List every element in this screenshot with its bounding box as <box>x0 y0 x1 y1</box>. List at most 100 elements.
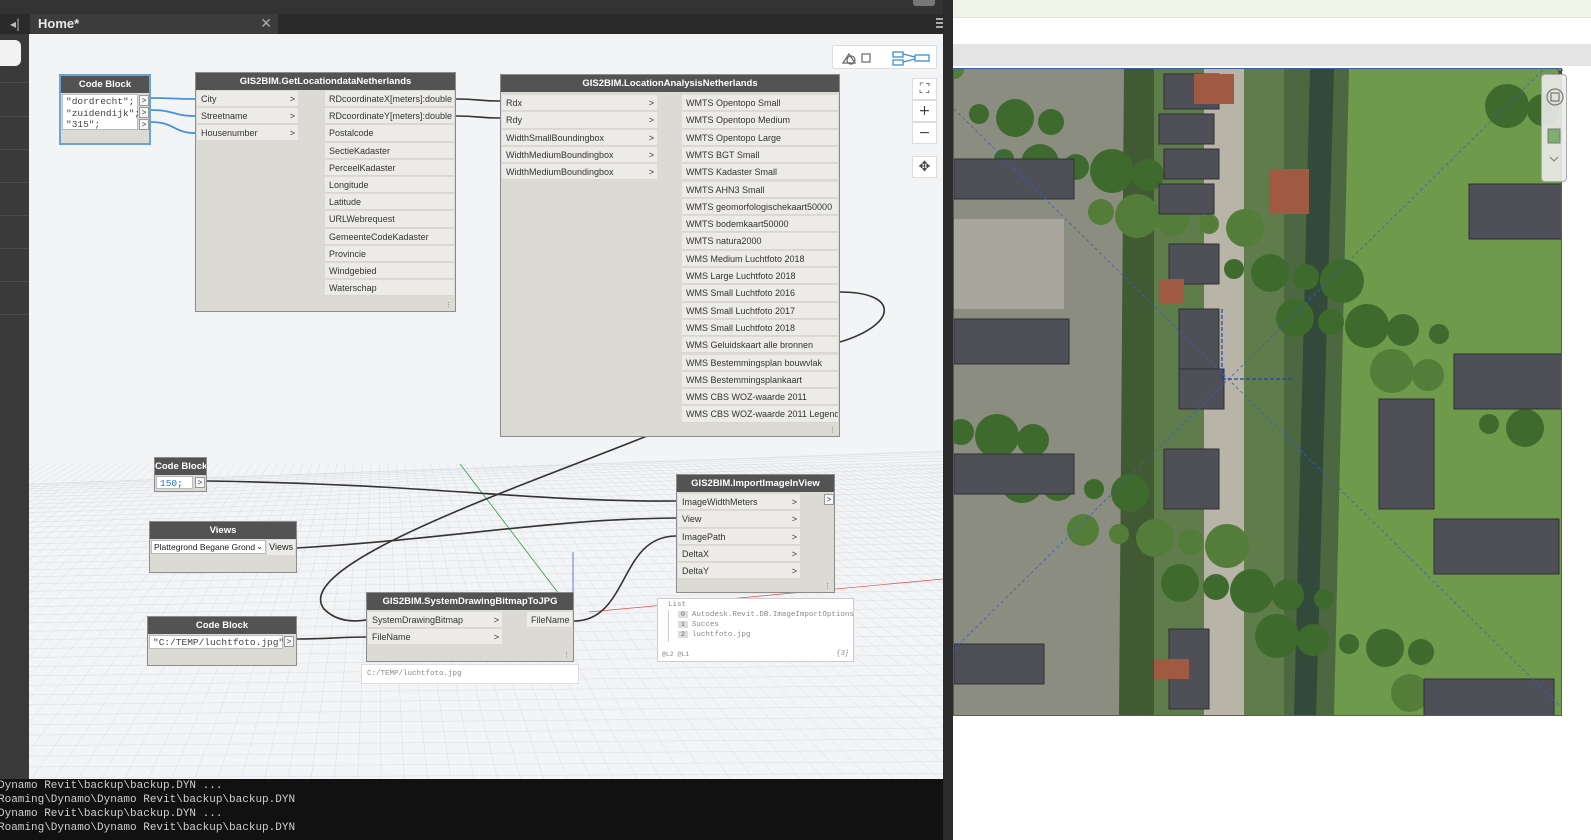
code-block-editor[interactable]: "C:/TEMP/luchtfoto.jpg"; <box>149 635 290 649</box>
input-port[interactable]: WidthSmallBoundingbox > <box>502 129 657 146</box>
input-port[interactable]: DeltaY > <box>678 563 800 580</box>
output-port[interactable]: WMS Bestemmingsplankaart <box>682 371 838 389</box>
tab-title: Home* <box>38 16 80 31</box>
input-port-filename[interactable]: FileName > <box>368 629 502 645</box>
output-port[interactable]: WMS Small Luchtfoto 2018 <box>682 319 838 337</box>
port-arrow-icon: > <box>289 94 295 104</box>
output-port[interactable]: WMTS geomorfologischekaart50000 <box>682 198 838 216</box>
input-port[interactable]: ImagePath > <box>678 528 800 545</box>
code-block-node-address[interactable]: Code Block "dordrecht"; "zuidendijk"; "315… <box>59 74 151 145</box>
bitmap-to-jpg-node[interactable]: GIS2BIM.SystemDrawingBitmapToJPG SystemD… <box>366 592 574 662</box>
output-port[interactable]: Waterschap <box>325 280 454 297</box>
output-port[interactable]: WMTS bodemkaart50000 <box>682 216 838 233</box>
output-port[interactable]: > <box>824 494 834 505</box>
preview-item-index: 1 <box>678 621 688 628</box>
zoom-in-icon[interactable]: + <box>912 100 937 122</box>
input-port[interactable]: City > <box>197 91 298 107</box>
output-port[interactable]: Latitude <box>325 194 454 211</box>
port-label: WMTS Opentopo Large <box>686 132 782 143</box>
port-label: WMTS geomorfologischekaart50000 <box>686 201 833 212</box>
code-block-node-width[interactable]: Code Block 150; > <box>154 457 207 492</box>
port-label: WMTS bodemkaart50000 <box>686 219 789 230</box>
geometry-view-icon <box>841 52 871 65</box>
view-toggle[interactable] <box>832 45 937 69</box>
code-block-editor[interactable]: "dordrecht"; "zuidendijk"; "315"; <box>62 94 140 130</box>
input-port[interactable]: Streetname > <box>197 108 298 124</box>
output-port[interactable]: RDcoordinateY[meters]:double <box>325 108 454 125</box>
output-port[interactable]: WMTS Opentopo Large <box>682 129 838 146</box>
output-port[interactable]: > <box>195 477 205 488</box>
pan-icon[interactable]: ✥ <box>912 156 937 178</box>
aerial-photo-image[interactable] <box>953 68 1562 716</box>
input-port[interactable]: WidthMediumBoundingbox > <box>502 164 657 181</box>
tab-home[interactable]: Home* ✕ <box>30 14 278 34</box>
node-title: GIS2BIM.ImportImageInView <box>677 475 834 492</box>
code-suffix: ; <box>177 478 183 489</box>
library-search-pill[interactable] <box>0 40 21 66</box>
input-port-systemdrawingbitmap[interactable]: SystemDrawingBitmap > <box>368 612 502 628</box>
output-port[interactable]: PerceelKadaster <box>325 159 454 176</box>
input-port[interactable]: Housenumber > <box>197 125 298 141</box>
output-port[interactable]: URLWebrequest <box>325 211 454 228</box>
input-port[interactable]: WidthMediumBoundingbox > <box>502 146 657 164</box>
port-label: URLWebrequest <box>329 214 395 225</box>
graph-canvas[interactable]: ⛶ + − ✥ Code Block "dordrecht"; "zuidendi… <box>29 34 943 779</box>
get-location-data-node[interactable]: GIS2BIM.GetLocationdataNetherlands City >… <box>195 72 456 312</box>
output-port[interactable]: Windgebied <box>325 263 454 280</box>
output-port[interactable]: WMTS BGT Small <box>682 146 838 164</box>
views-dropdown[interactable]: Plattegrond Begane Grond ⌄ <box>151 540 266 554</box>
import-image-in-view-node[interactable]: GIS2BIM.ImportImageInView ImageWidthMete… <box>676 474 835 593</box>
port-arrow-icon: > <box>791 548 797 559</box>
output-port[interactable]: WMTS natura2000 <box>682 233 838 250</box>
output-port[interactable]: > <box>139 95 149 106</box>
code-block-node-path[interactable]: Code Block "C:/TEMP/luchtfoto.jpg"; > <box>147 616 297 666</box>
input-port[interactable]: ImageWidthMeters > <box>678 494 800 511</box>
views-selected: Plattegrond Begane Grond <box>154 542 256 552</box>
output-port[interactable]: SectieKadaster <box>325 142 454 159</box>
output-port[interactable]: WMS Geluidskaart alle bronnen <box>682 337 838 354</box>
output-port[interactable]: WMS Bestemmingsplan bouwvlak <box>682 354 838 371</box>
filename-output-preview: C:/TEMP/luchtfoto.jpg <box>361 664 579 684</box>
output-port[interactable]: > <box>139 107 149 118</box>
output-port[interactable]: WMTS AHN3 Small <box>682 181 838 198</box>
port-label: WMTS Opentopo Small <box>686 98 781 108</box>
zoom-fit-icon[interactable]: ⛶ <box>912 78 937 100</box>
input-port[interactable]: Rdx > <box>502 95 657 112</box>
output-port[interactable]: RDcoordinateX[meters]:double <box>325 91 454 108</box>
views-output-port[interactable]: Views <box>267 540 295 555</box>
input-port[interactable]: DeltaX > <box>678 545 800 563</box>
output-port[interactable]: Longitude <box>325 177 454 194</box>
output-port[interactable]: WMS Small Luchtfoto 2017 <box>682 302 838 319</box>
dynamo-window: ◂| Home* ✕ ⛶ + − ✥ Code Block "dordrecht… <box>0 0 953 840</box>
output-port[interactable]: WMS Small Luchtfoto 2016 <box>682 285 838 302</box>
views-node[interactable]: Views Plattegrond Begane Grond ⌄ Views <box>149 521 297 573</box>
output-port[interactable]: WMTS Opentopo Small <box>682 95 838 112</box>
output-port[interactable]: WMTS Opentopo Medium <box>682 112 838 129</box>
zoom-out-icon[interactable]: − <box>912 122 937 144</box>
output-port[interactable]: WMS CBS WOZ-waarde 2011 <box>682 389 838 406</box>
navigation-bar[interactable] <box>1541 74 1567 182</box>
port-label: WidthSmallBoundingbox <box>506 132 605 143</box>
code-number: 150 <box>160 478 178 489</box>
preview-levels: @L2 @L1 <box>662 651 690 658</box>
port-label: WMS Small Luchtfoto 2017 <box>686 305 796 316</box>
output-port[interactable]: WMS Large Luchtfoto 2018 <box>682 268 838 285</box>
port-label: View <box>682 514 702 525</box>
output-port[interactable]: WMS Medium Luchtfoto 2018 <box>682 250 838 267</box>
collapse-library-button[interactable]: ◂| <box>0 14 30 34</box>
port-label: WidthMediumBoundingbox <box>506 167 614 178</box>
code-block-editor[interactable]: 150; <box>156 476 193 489</box>
input-port[interactable]: View > <box>678 511 800 528</box>
node-output-preview: List 0 Autodesk.Revit.DB.ImageImportOptio… <box>657 598 854 662</box>
output-port[interactable]: > <box>284 636 294 647</box>
input-port[interactable]: Rdy > <box>502 112 657 129</box>
output-port-filename[interactable]: FileName <box>527 612 572 628</box>
output-port[interactable]: WMTS Kadaster Small <box>682 164 838 181</box>
output-port[interactable]: GemeenteCodeKadaster <box>325 228 454 245</box>
output-port[interactable]: Postalcode <box>325 125 454 142</box>
location-analysis-node[interactable]: GIS2BIM.LocationAnalysisNetherlands Rdx >… <box>500 74 840 437</box>
close-tab-icon[interactable]: ✕ <box>260 14 272 34</box>
output-port[interactable]: Provincie <box>325 245 454 262</box>
output-port[interactable]: WMS CBS WOZ-waarde 2011 Legenda <box>682 406 838 423</box>
output-port[interactable]: > <box>139 119 149 130</box>
